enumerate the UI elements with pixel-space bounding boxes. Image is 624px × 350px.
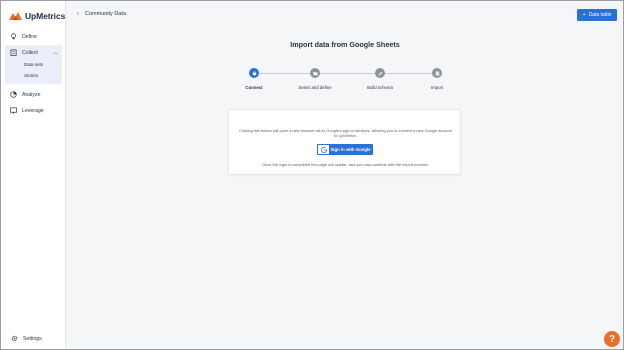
folder-icon [310,68,320,78]
brand-name: UpMetrics [25,11,66,21]
sign-in-with-google-button[interactable]: Sign in with Google [317,144,373,155]
sidebar-item-collect[interactable]: Collect ︿ [10,49,58,56]
pencil-icon [375,68,385,78]
google-button-label: Sign in with Google [329,145,372,154]
breadcrumb-title: Community Data [85,11,126,17]
sidebar-item-label: Define [22,33,37,40]
page-title: Import data from Google Sheets [290,40,400,49]
card-description: Clicking this button will open a new bro… [239,128,452,139]
chevron-left-icon: ‹ [77,11,79,17]
step-label: Connect [245,85,263,90]
sidebar-subitem-data-sets[interactable]: Data sets [24,62,43,67]
presentation-icon [10,107,17,114]
app-frame [0,0,624,350]
data-table-button-label: Data table [588,12,612,18]
sidebar-group-collect: Collect ︿ Data sets Stories [5,45,62,84]
chart-icon [10,91,17,98]
upmetrics-logo-icon [9,12,22,20]
sidebar-item-analyze[interactable]: Analyze [10,91,40,98]
brand-logo[interactable]: UpMetrics [9,11,65,21]
sidebar-item-settings[interactable]: Settings [11,335,42,342]
connect-card: Clicking this button will open a new bro… [228,109,461,175]
plus-icon: + [582,12,586,18]
lightbulb-icon [11,33,16,40]
step-select-and-define: Select and define [285,68,345,90]
plug-icon [249,68,259,78]
back-link[interactable]: ‹ Community Data [77,11,126,17]
chevron-up-icon[interactable]: ︿ [53,49,58,56]
step-connect: Connect [224,68,284,90]
sidebar-item-leverage[interactable]: Leverage [10,107,44,114]
step-label: Build schema [367,85,393,90]
step-label: Select and define [298,85,332,90]
card-note: Once the login is completed this page wi… [262,162,429,167]
help-button[interactable]: ? [604,331,620,347]
gear-icon [11,335,18,342]
sidebar-item-define[interactable]: Define [10,33,37,40]
step-label: Import [430,85,444,90]
sidebar-item-label: Analyze [22,91,41,98]
sidebar-subitem-stories[interactable]: Stories [24,73,38,78]
step-build-schema: Build schema [350,68,410,90]
sidebar-item-label: Collect [22,49,38,56]
sidebar-item-label: Settings [23,335,42,342]
data-table-button[interactable]: + Data table [577,9,617,21]
step-import: Import [407,68,467,90]
sidebar-item-label: Leverage [22,107,44,114]
sidebar: UpMetrics Define Collect ︿ Data sets Sto… [1,1,66,349]
help-icon: ? [608,333,616,345]
clipboard-icon [10,49,17,56]
google-logo-icon [318,145,329,154]
sheet-icon [432,68,442,78]
